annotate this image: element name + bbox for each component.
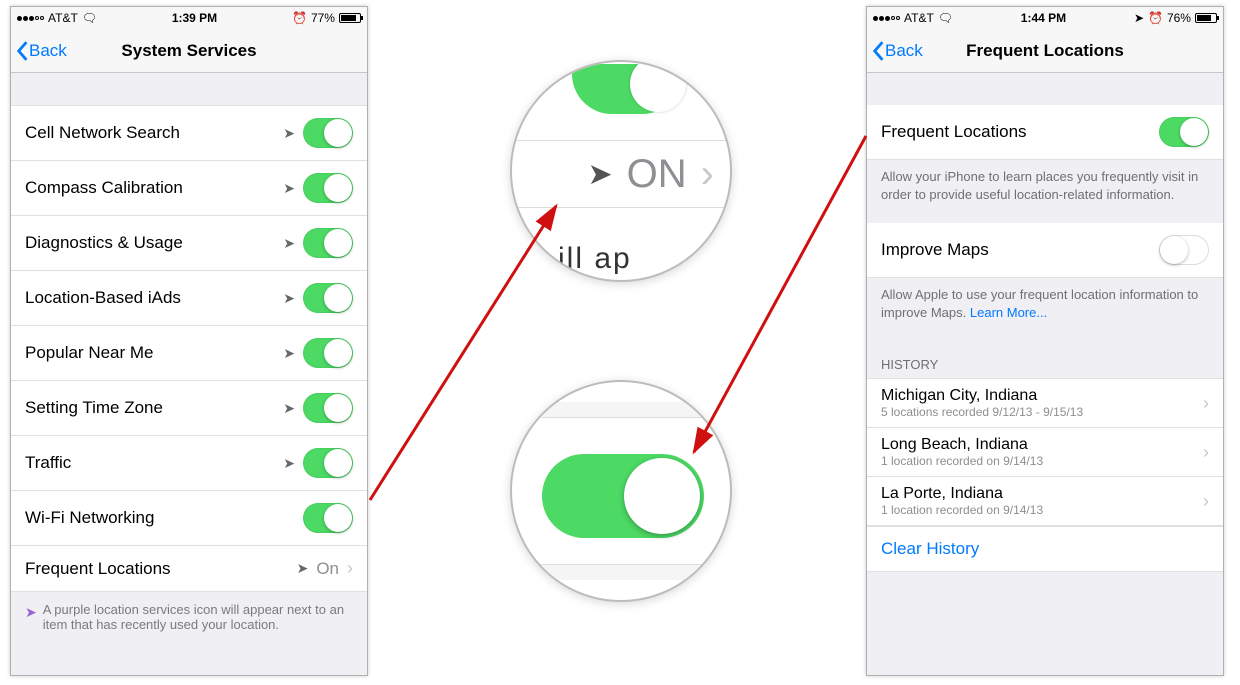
status-bar: AT&T 🗨 1:39 PM ⏰ 77% xyxy=(11,7,367,29)
cell-traffic[interactable]: Traffic ➤ xyxy=(11,436,367,491)
chevron-right-icon: › xyxy=(347,558,353,579)
learn-more-link[interactable]: Learn More... xyxy=(970,305,1047,320)
clear-history-button[interactable]: Clear History xyxy=(867,526,1223,572)
toggle-zoom xyxy=(542,454,704,538)
footer-note: ➤ A purple location services icon will a… xyxy=(11,592,367,642)
nav-bar: Back Frequent Locations xyxy=(867,29,1223,73)
toggle[interactable] xyxy=(303,448,353,478)
cell-diagnostics-usage[interactable]: Diagnostics & Usage ➤ xyxy=(11,216,367,271)
improve-desc: Allow Apple to use your frequent locatio… xyxy=(867,278,1223,329)
toggle[interactable] xyxy=(303,283,353,313)
location-arrow-icon: ➤ xyxy=(283,180,295,197)
toggle[interactable] xyxy=(303,228,353,258)
location-arrow-icon: ➤ xyxy=(588,157,613,192)
cell-label: Cell Network Search xyxy=(25,123,180,143)
settings-list: Cell Network Search ➤ Compass Calibratio… xyxy=(11,105,367,592)
history-sub: 1 location recorded on 9/14/13 xyxy=(881,503,1043,517)
location-arrow-icon: ➤ xyxy=(283,125,295,142)
toggle[interactable] xyxy=(1159,117,1209,147)
cell-label: Improve Maps xyxy=(881,240,989,260)
chevron-right-icon: › xyxy=(1203,491,1209,512)
location-arrow-purple-icon: ➤ xyxy=(25,604,37,632)
toggle[interactable] xyxy=(303,393,353,423)
cell-frequent-locations-toggle[interactable]: Frequent Locations xyxy=(867,105,1223,160)
mag-on-label: ON xyxy=(627,152,687,197)
cell-label: Traffic xyxy=(25,453,71,473)
cell-improve-maps[interactable]: Improve Maps xyxy=(867,223,1223,278)
cell-label: Compass Calibration xyxy=(25,178,183,198)
cell-frequent-locations[interactable]: Frequent Locations ➤ On › xyxy=(11,546,367,592)
mag-fragment: ill ap xyxy=(558,242,632,276)
history-title: Long Beach, Indiana xyxy=(881,436,1043,454)
cell-label: Diagnostics & Usage xyxy=(25,233,183,253)
alarm-icon: ⏰ xyxy=(1148,11,1163,25)
toggle[interactable] xyxy=(303,503,353,533)
battery-pct: 76% xyxy=(1167,11,1191,25)
carrier-label: AT&T xyxy=(904,11,934,25)
cell-cell-network-search[interactable]: Cell Network Search ➤ xyxy=(11,105,367,161)
battery-pct: 77% xyxy=(311,11,335,25)
cell-label: Popular Near Me xyxy=(25,343,154,363)
history-item[interactable]: Michigan City, Indiana 5 locations recor… xyxy=(867,378,1223,428)
history-sub: 5 locations recorded 9/12/13 - 9/15/13 xyxy=(881,405,1083,419)
location-arrow-icon: ➤ xyxy=(297,560,309,577)
history-item[interactable]: Long Beach, Indiana 1 location recorded … xyxy=(867,428,1223,477)
history-list: Michigan City, Indiana 5 locations recor… xyxy=(867,378,1223,526)
cell-label: Frequent Locations xyxy=(881,122,1027,142)
toggle[interactable] xyxy=(303,118,353,148)
toggle[interactable] xyxy=(303,173,353,203)
location-arrow-icon: ➤ xyxy=(283,345,295,362)
toggle[interactable] xyxy=(303,338,353,368)
magnifier-toggle xyxy=(510,380,732,602)
cell-setting-time-zone[interactable]: Setting Time Zone ➤ xyxy=(11,381,367,436)
signal-icon xyxy=(17,16,44,21)
history-sub: 1 location recorded on 9/14/13 xyxy=(881,454,1043,468)
phone-system-services: AT&T 🗨 1:39 PM ⏰ 77% Back System Service… xyxy=(10,6,368,676)
history-item[interactable]: La Porte, Indiana 1 location recorded on… xyxy=(867,477,1223,526)
battery-icon xyxy=(1195,13,1217,23)
cell-compass-calibration[interactable]: Compass Calibration ➤ xyxy=(11,161,367,216)
chevron-right-icon: › xyxy=(1203,393,1209,414)
carrier-label: AT&T xyxy=(48,11,78,25)
cell-value: On xyxy=(316,559,339,579)
cell-label: Frequent Locations xyxy=(25,559,171,579)
page-title: System Services xyxy=(11,41,367,61)
location-arrow-icon: ➤ xyxy=(283,455,295,472)
chevron-right-icon: › xyxy=(1203,442,1209,463)
signal-icon xyxy=(873,16,900,21)
cell-popular-near-me[interactable]: Popular Near Me ➤ xyxy=(11,326,367,381)
phone-frequent-locations: AT&T 🗨 1:44 PM ➤ ⏰ 76% Back Frequent Loc… xyxy=(866,6,1224,676)
nav-bar: Back System Services xyxy=(11,29,367,73)
cell-label: Wi-Fi Networking xyxy=(25,508,154,528)
status-time: 1:39 PM xyxy=(172,11,217,25)
magnifier-frequent-row: ➤ ON › ill ap xyxy=(510,60,732,282)
location-arrow-icon: ➤ xyxy=(283,235,295,252)
location-arrow-icon: ➤ xyxy=(283,400,295,417)
status-bar: AT&T 🗨 1:44 PM ➤ ⏰ 76% xyxy=(867,7,1223,29)
freq-desc: Allow your iPhone to learn places you fr… xyxy=(867,160,1223,211)
cell-label: Location-Based iAds xyxy=(25,288,181,308)
history-header: HISTORY xyxy=(867,329,1223,378)
history-title: Michigan City, Indiana xyxy=(881,387,1083,405)
toggle[interactable] xyxy=(1159,235,1209,265)
chevron-right-icon: › xyxy=(701,152,714,197)
footer-text: A purple location services icon will app… xyxy=(43,602,353,632)
cell-label: Setting Time Zone xyxy=(25,398,163,418)
page-title: Frequent Locations xyxy=(867,41,1223,61)
history-title: La Porte, Indiana xyxy=(881,485,1043,503)
location-arrow-icon: ➤ xyxy=(1134,11,1144,25)
cell-location-based-iads[interactable]: Location-Based iAds ➤ xyxy=(11,271,367,326)
location-arrow-icon: ➤ xyxy=(283,290,295,307)
battery-icon xyxy=(339,13,361,23)
alarm-icon: ⏰ xyxy=(292,11,307,25)
status-time: 1:44 PM xyxy=(1021,11,1066,25)
cell-wifi-networking[interactable]: Wi-Fi Networking xyxy=(11,491,367,546)
